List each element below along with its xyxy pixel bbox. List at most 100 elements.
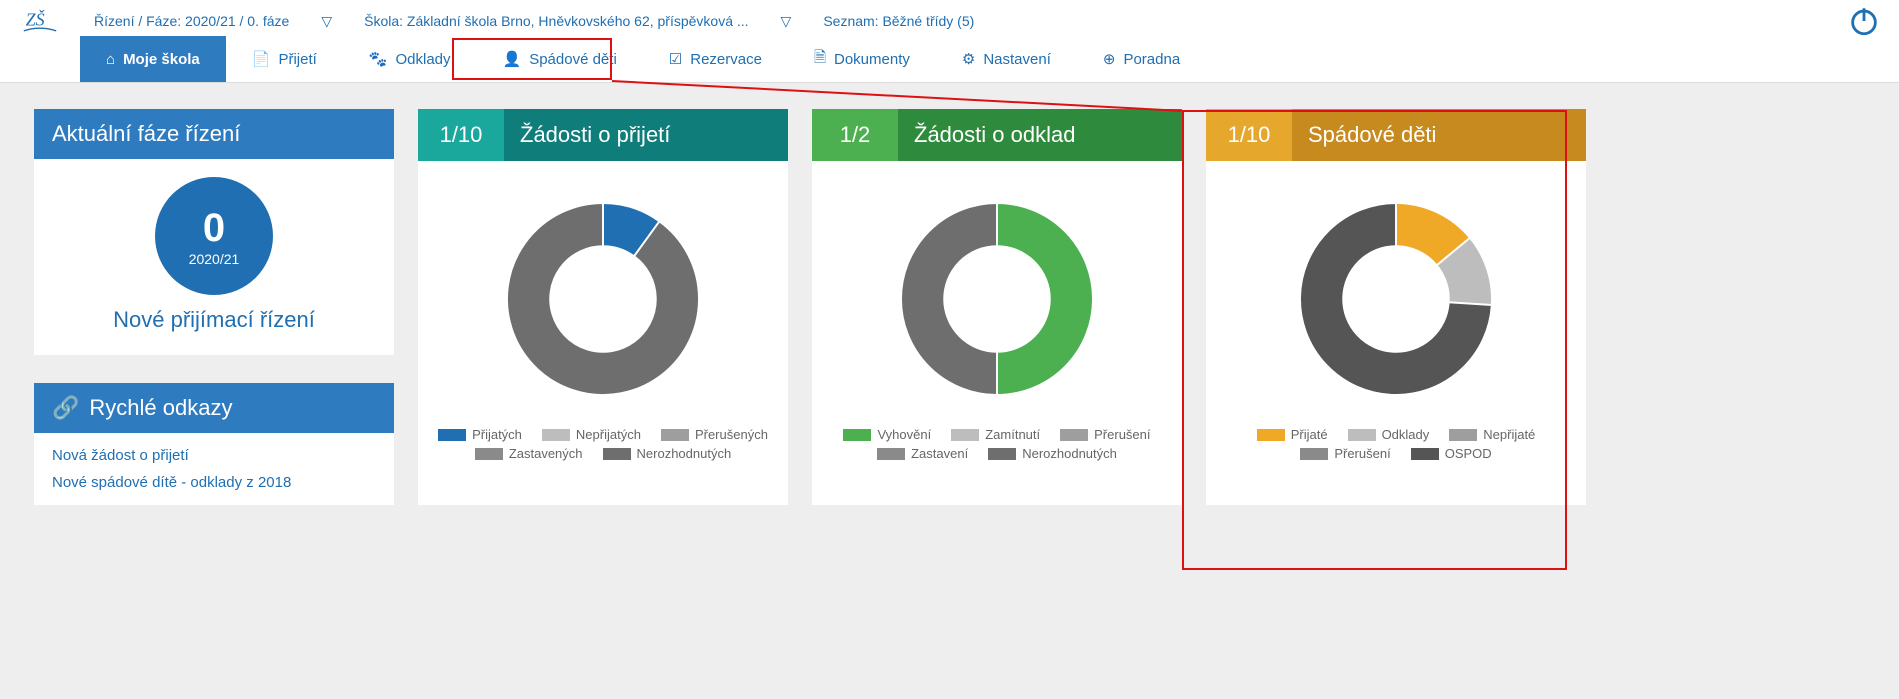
crumb-list[interactable]: Seznam: Běžné třídy (5) xyxy=(809,9,988,33)
crumb-school[interactable]: Škola: Základní škola Brno, Hněvkovského… xyxy=(350,9,762,33)
nav-catchment-label: Spádové děti xyxy=(529,51,617,68)
legend-label: Přijaté xyxy=(1291,427,1328,442)
nav-catchment[interactable]: 👤 Spádové děti xyxy=(477,36,643,82)
phase-title: Aktuální fáze řízení xyxy=(34,109,394,159)
phase-year: 2020/21 xyxy=(189,251,240,267)
chart-fraction: 1/10 xyxy=(1206,109,1292,161)
chart-card-catchment: 1/10 Spádové děti Přijaté Odklady Nepřijat… xyxy=(1206,109,1586,505)
nav-reservations-label: Rezervace xyxy=(690,51,762,68)
phase-number: 0 xyxy=(203,206,225,251)
gear-icon: ⚙ xyxy=(962,50,975,68)
legend-swatch xyxy=(988,448,1016,460)
crumb-school-label: Škola: Základní škola Brno, Hněvkovského… xyxy=(364,13,748,29)
chart-card-accept: 1/10 Žádosti o přijetí Přijatých Nepřijat… xyxy=(418,109,788,505)
legend-item[interactable]: Odklady xyxy=(1348,427,1430,442)
app-logo: ZŠ xyxy=(0,7,80,35)
nav-accept-label: Přijetí xyxy=(278,51,316,68)
phase-circle[interactable]: 0 2020/21 xyxy=(155,177,273,295)
legend-swatch xyxy=(603,448,631,460)
legend-label: Vyhovění xyxy=(877,427,931,442)
caret-down-icon[interactable]: ▽ xyxy=(303,13,350,30)
legend-swatch xyxy=(475,448,503,460)
legend-label: Nerozhodnutých xyxy=(637,446,732,461)
legend-swatch xyxy=(661,429,689,441)
legend-label: Nepřijatých xyxy=(576,427,641,442)
legend-item[interactable]: Přijaté xyxy=(1257,427,1328,442)
check-icon: ☑ xyxy=(669,50,682,68)
legend-item[interactable]: Zastavení xyxy=(877,446,968,461)
donut-chart xyxy=(877,179,1117,419)
crumb-phase-label: Řízení / Fáze: 2020/21 / 0. fáze xyxy=(94,13,289,29)
legend-swatch xyxy=(438,429,466,441)
home-icon: ⌂ xyxy=(106,51,115,68)
legend-label: Nerozhodnutých xyxy=(1022,446,1117,461)
nav-settings-label: Nastavení xyxy=(983,51,1051,68)
legend-label: OSPOD xyxy=(1445,446,1492,461)
nav-home-label: Moje škola xyxy=(123,51,200,68)
chart-fraction: 1/10 xyxy=(418,109,504,161)
legend-label: Zastavení xyxy=(911,446,968,461)
power-button[interactable] xyxy=(1829,4,1899,38)
nav-help-label: Poradna xyxy=(1123,51,1180,68)
nav-home[interactable]: ⌂ Moje škola xyxy=(80,36,226,82)
legend-label: Přerušení xyxy=(1334,446,1390,461)
lifebuoy-icon: ⊕ xyxy=(1103,50,1116,68)
legend-swatch xyxy=(542,429,570,441)
legend-swatch xyxy=(1411,448,1439,460)
legend-item[interactable]: Zastavených xyxy=(475,446,583,461)
legend-label: Přerušení xyxy=(1094,427,1150,442)
chart-title: Žádosti o přijetí xyxy=(504,109,788,161)
legend-item[interactable]: Nepřijatých xyxy=(542,427,641,442)
chart-fraction: 1/2 xyxy=(812,109,898,161)
legend-item[interactable]: Nepřijaté xyxy=(1449,427,1535,442)
legend-label: Přerušených xyxy=(695,427,768,442)
legend-item[interactable]: Zamítnutí xyxy=(951,427,1040,442)
crumb-list-label: Seznam: Běžné třídy (5) xyxy=(823,13,974,29)
legend-item[interactable]: OSPOD xyxy=(1411,446,1492,461)
file-icon: 🗎 xyxy=(814,47,826,72)
legend-swatch xyxy=(877,448,905,460)
paw-icon: 🐾 xyxy=(369,50,388,68)
donut-chart xyxy=(1276,179,1516,419)
new-process-link[interactable]: Nové přijímací řízení xyxy=(113,307,315,333)
nav-deferrals-label: Odklady xyxy=(395,51,450,68)
legend-label: Zastavených xyxy=(509,446,583,461)
chart-title: Žádosti o odklad xyxy=(898,109,1182,161)
legend-label: Přijatých xyxy=(472,427,522,442)
nav-reservations[interactable]: ☑ Rezervace xyxy=(643,36,788,82)
legend-swatch xyxy=(1449,429,1477,441)
legend-item[interactable]: Nerozhodnutých xyxy=(603,446,732,461)
legend-swatch xyxy=(1060,429,1088,441)
legend-label: Nepřijaté xyxy=(1483,427,1535,442)
chart-title: Spádové děti xyxy=(1292,109,1586,161)
nav-settings[interactable]: ⚙ Nastavení xyxy=(936,36,1077,82)
legend-swatch xyxy=(1300,448,1328,460)
legend-item[interactable]: Přijatých xyxy=(438,427,522,442)
nav-documents[interactable]: 🗎 Dokumenty xyxy=(788,36,936,82)
quicklink-item[interactable]: Nové spádové dítě - odklady z 2018 xyxy=(52,474,376,491)
legend-label: Odklady xyxy=(1382,427,1430,442)
quicklinks-title: Rychlé odkazy xyxy=(89,395,232,421)
chart-card-deferral: 1/2 Žádosti o odklad Vyhovění Zamítnutí Př… xyxy=(812,109,1182,505)
legend-item[interactable]: Přerušení xyxy=(1060,427,1150,442)
legend-swatch xyxy=(843,429,871,441)
legend-label: Zamítnutí xyxy=(985,427,1040,442)
donut-chart xyxy=(483,179,723,419)
nav-help[interactable]: ⊕ Poradna xyxy=(1077,36,1206,82)
legend-item[interactable]: Přerušených xyxy=(661,427,768,442)
nav-deferrals[interactable]: 🐾 Odklady xyxy=(343,36,477,82)
quicklink-item[interactable]: Nová žádost o přijetí xyxy=(52,447,376,464)
legend-swatch xyxy=(1257,429,1285,441)
nav-accept[interactable]: 📄 Přijetí xyxy=(226,36,343,82)
link-icon: 🔗 xyxy=(52,395,79,421)
legend-swatch xyxy=(1348,429,1376,441)
legend-item[interactable]: Vyhovění xyxy=(843,427,931,442)
caret-down-icon[interactable]: ▽ xyxy=(763,13,810,30)
phase-card: Aktuální fáze řízení 0 2020/21 Nové přij… xyxy=(34,109,394,355)
legend-swatch xyxy=(951,429,979,441)
user-icon: 👤 xyxy=(503,50,522,68)
crumb-phase[interactable]: Řízení / Fáze: 2020/21 / 0. fáze xyxy=(80,9,303,33)
legend-item[interactable]: Přerušení xyxy=(1300,446,1390,461)
svg-text:ZŠ: ZŠ xyxy=(26,9,45,30)
legend-item[interactable]: Nerozhodnutých xyxy=(988,446,1117,461)
